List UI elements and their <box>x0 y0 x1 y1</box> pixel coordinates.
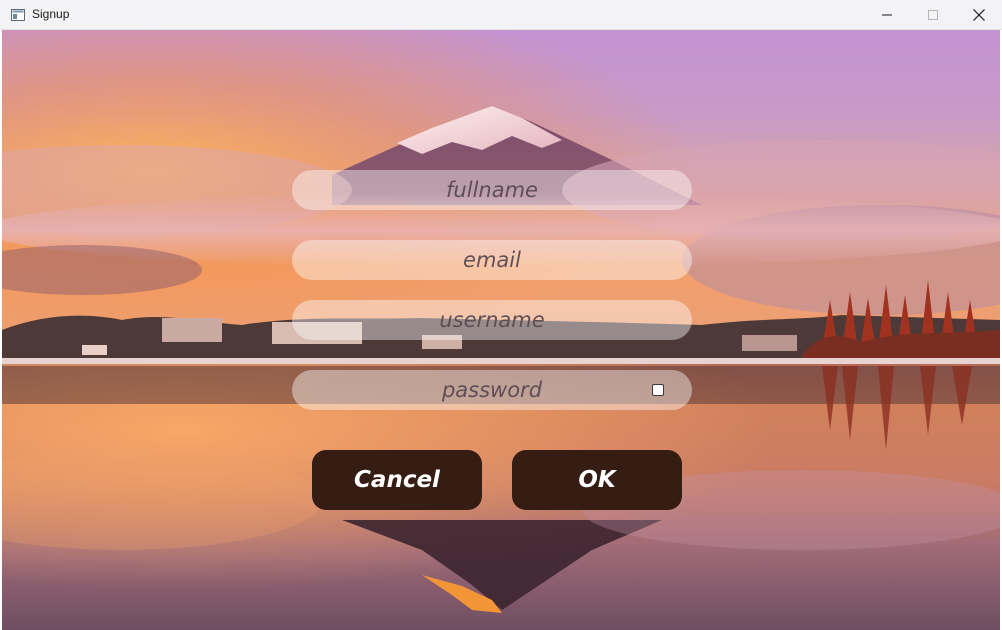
window-title: Signup <box>32 7 70 21</box>
minimize-icon <box>882 10 892 20</box>
close-button[interactable] <box>956 0 1002 29</box>
cancel-button[interactable]: Cancel <box>312 450 482 510</box>
email-field[interactable] <box>292 240 692 280</box>
maximize-icon <box>928 9 938 20</box>
minimize-button[interactable] <box>864 0 910 29</box>
username-input[interactable] <box>292 300 692 340</box>
show-password-checkbox[interactable] <box>652 384 664 396</box>
ok-button[interactable]: OK <box>512 450 682 510</box>
email-input[interactable] <box>292 240 692 280</box>
password-field[interactable] <box>292 370 692 410</box>
signup-window: Signup fullname email username Cancel OK <box>0 0 1002 630</box>
username-field[interactable] <box>292 300 692 340</box>
title-bar[interactable]: Signup <box>0 0 1002 30</box>
fullname-input[interactable] <box>292 170 692 210</box>
fullname-field[interactable] <box>292 170 692 210</box>
app-window-icon <box>11 8 25 21</box>
password-input[interactable] <box>292 370 692 410</box>
maximize-button[interactable] <box>910 0 956 29</box>
close-icon <box>973 8 985 21</box>
